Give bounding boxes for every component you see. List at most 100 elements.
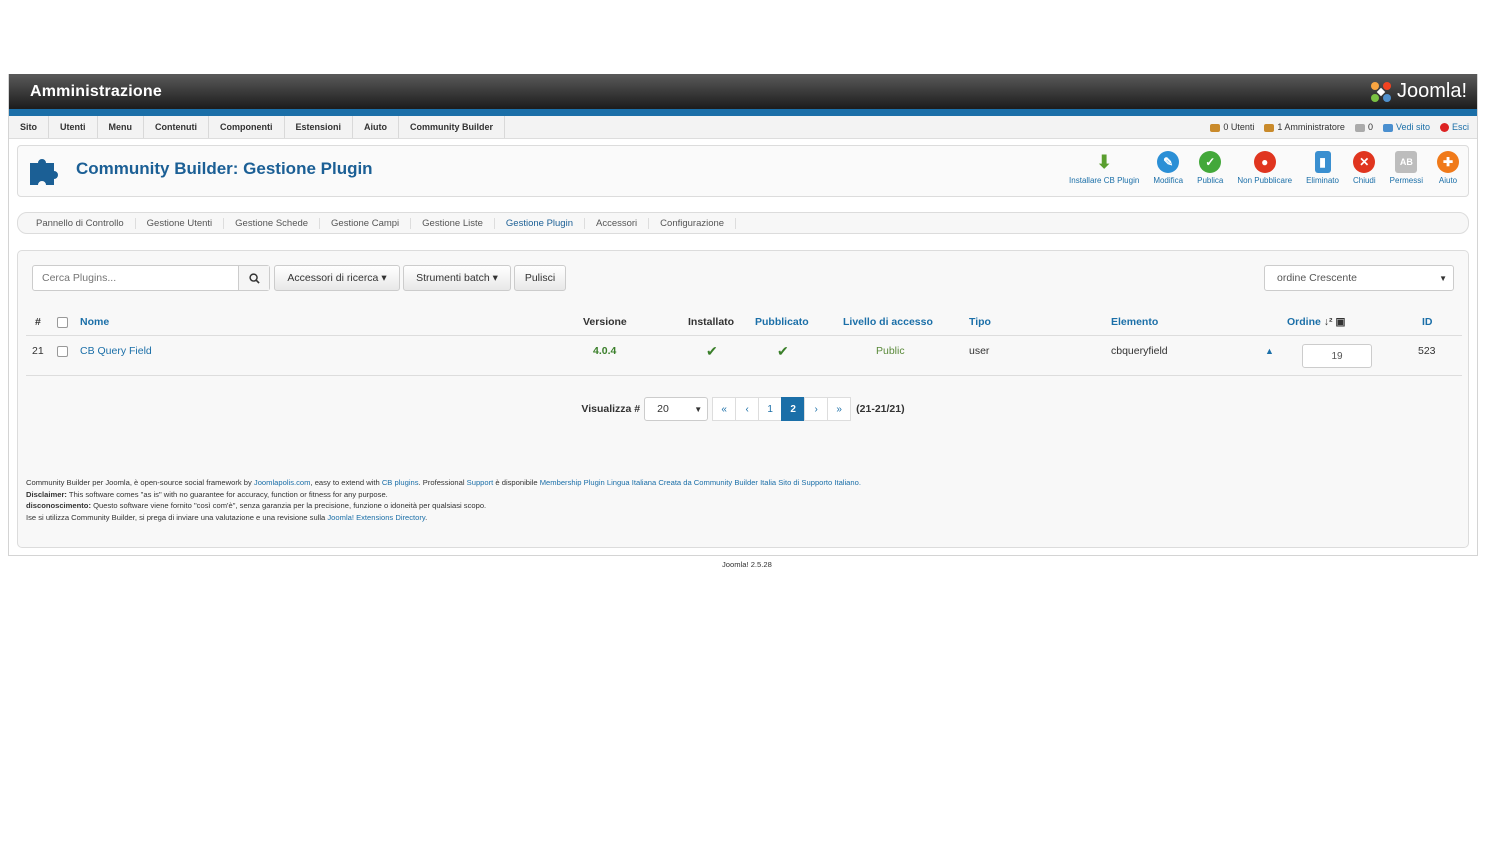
support-link[interactable]: Support bbox=[467, 478, 494, 487]
col-version[interactable]: Versione bbox=[583, 309, 627, 335]
logout-icon bbox=[1439, 123, 1449, 133]
joomlapolis-link[interactable]: Joomlapolis.com bbox=[254, 478, 311, 487]
menu-componenti[interactable]: Componenti bbox=[209, 116, 285, 138]
subnav-users[interactable]: Gestione Utenti bbox=[136, 217, 225, 229]
plugins-table: # Nome Versione Installato Pubblicato Li… bbox=[26, 309, 1462, 376]
permissions-button[interactable]: AB Permessi bbox=[1383, 151, 1430, 185]
messages-icon bbox=[1354, 123, 1365, 132]
pagination: Visualizza # 20 ▼ « ‹ 1 2 › » (21-21/21) bbox=[18, 397, 1468, 421]
col-published[interactable]: Pubblicato bbox=[755, 309, 809, 335]
caret-down-icon: ▾ bbox=[492, 272, 498, 284]
caret-down-icon: ▾ bbox=[381, 272, 387, 284]
check-icon: ✓ bbox=[1199, 151, 1222, 173]
jed-link[interactable]: Joomla! Extensions Directory bbox=[327, 513, 425, 522]
clear-button[interactable]: Pulisci bbox=[514, 265, 566, 291]
pencil-icon: ✎ bbox=[1157, 151, 1180, 173]
search-button[interactable] bbox=[238, 266, 269, 290]
joomla-logo-text: Joomla! bbox=[1396, 80, 1467, 102]
menu-menu[interactable]: Menu bbox=[98, 116, 144, 138]
page-first[interactable]: « bbox=[712, 397, 737, 421]
download-icon: ⬇ bbox=[1096, 151, 1112, 172]
batch-button[interactable]: Strumenti batch ▾ bbox=[403, 265, 511, 291]
menu-contenuti[interactable]: Contenuti bbox=[144, 116, 209, 138]
page-2[interactable]: 2 bbox=[781, 397, 806, 421]
joomla-icon bbox=[1370, 81, 1391, 102]
col-access[interactable]: Livello di accesso bbox=[843, 309, 933, 335]
menu-sito[interactable]: Sito bbox=[9, 116, 49, 138]
subnav-tools[interactable]: Accessori bbox=[585, 217, 650, 229]
save-order-icon[interactable]: ▣ bbox=[1335, 316, 1345, 328]
search-icon bbox=[248, 272, 260, 284]
stop-icon: ● bbox=[1253, 151, 1276, 173]
subnav-dashboard[interactable]: Pannello di Controllo bbox=[25, 217, 136, 229]
subnav-tabs[interactable]: Gestione Schede bbox=[224, 217, 321, 229]
row-checkbox[interactable] bbox=[57, 336, 68, 366]
close-button[interactable]: ✕ Chiudi bbox=[1346, 151, 1383, 185]
installed-check-icon: ✔ bbox=[706, 343, 718, 359]
col-installed[interactable]: Installato bbox=[688, 309, 734, 335]
italian-support-link[interactable]: Membership Plugin Lingua Italiana Creata… bbox=[540, 478, 861, 487]
subnav-lists[interactable]: Gestione Liste bbox=[411, 217, 495, 229]
page-title: Community Builder: Gestione Plugin bbox=[76, 159, 373, 178]
limit-select[interactable]: 20 ▼ bbox=[644, 397, 709, 421]
top-bar: Amministrazione Joomla! bbox=[9, 74, 1477, 109]
toolbar: ⬇ Installare CB Plugin ✎ Modifica ✓ Publ… bbox=[1062, 151, 1466, 185]
page-1[interactable]: 1 bbox=[758, 397, 783, 421]
menu-aiuto[interactable]: Aiuto bbox=[353, 116, 400, 138]
col-order[interactable]: Ordine ↓² ▣ bbox=[1287, 309, 1345, 335]
cb-plugins-link[interactable]: CB plugins bbox=[382, 478, 419, 487]
col-type[interactable]: Tipo bbox=[969, 309, 991, 335]
joomla-logo[interactable]: Joomla! bbox=[1369, 80, 1467, 104]
logout-link[interactable]: Esci bbox=[1439, 122, 1469, 133]
blue-divider bbox=[9, 109, 1477, 116]
install-plugin-button[interactable]: ⬇ Installare CB Plugin bbox=[1062, 151, 1146, 186]
permissions-icon: AB bbox=[1395, 151, 1418, 173]
admin-title: Amministrazione bbox=[30, 82, 162, 100]
col-name[interactable]: Nome bbox=[80, 309, 109, 335]
edit-button[interactable]: ✎ Modifica bbox=[1146, 151, 1190, 185]
col-id[interactable]: ID bbox=[1422, 309, 1433, 335]
publish-button[interactable]: ✓ Publica bbox=[1190, 151, 1230, 185]
search-input[interactable] bbox=[33, 266, 238, 290]
main-menu: Sito Utenti Menu Contenuti Componenti Es… bbox=[9, 116, 1477, 139]
subnav-fields[interactable]: Gestione Campi bbox=[320, 217, 412, 229]
menu-utenti[interactable]: Utenti bbox=[49, 116, 98, 138]
published-check-icon[interactable]: ✔ bbox=[777, 336, 789, 366]
status-messages[interactable]: 0 bbox=[1354, 122, 1373, 132]
dropdown-arrow-icon: ▼ bbox=[694, 404, 703, 414]
col-element[interactable]: Elemento bbox=[1111, 309, 1158, 335]
menu-community-builder[interactable]: Community Builder bbox=[399, 116, 506, 138]
plugin-element: cbqueryfield bbox=[1111, 345, 1168, 357]
users-icon bbox=[1210, 123, 1221, 132]
admin-window: Amministrazione Joomla! Sito Utenti Menu… bbox=[8, 74, 1478, 556]
help-button[interactable]: ✚ Aiuto bbox=[1430, 151, 1466, 185]
ordering-select[interactable]: ordine Crescente ▼ bbox=[1264, 265, 1454, 291]
move-up-icon[interactable]: ▲ bbox=[1265, 336, 1274, 366]
table-row: 21 CB Query Field 4.0.4 ✔ ✔ Public user … bbox=[26, 336, 1462, 376]
status-admins[interactable]: 1 Amministratore bbox=[1264, 122, 1345, 132]
page-next[interactable]: › bbox=[804, 397, 829, 421]
select-all-checkbox[interactable] bbox=[57, 309, 68, 335]
order-input[interactable]: 19 bbox=[1302, 344, 1372, 368]
unpublish-button[interactable]: ● Non Pubblicare bbox=[1230, 151, 1299, 185]
view-site-icon bbox=[1382, 123, 1393, 132]
row-number: 21 bbox=[32, 345, 44, 357]
table-header: # Nome Versione Installato Pubblicato Li… bbox=[26, 309, 1462, 336]
page-prev[interactable]: ‹ bbox=[735, 397, 760, 421]
joomla-version: Joomla! 2.5.28 bbox=[722, 560, 772, 569]
page-last[interactable]: » bbox=[827, 397, 852, 421]
limit-label: Visualizza # bbox=[581, 403, 641, 415]
page-header: Community Builder: Gestione Plugin ⬇ Ins… bbox=[17, 145, 1469, 197]
delete-button[interactable]: ▮ Eliminato bbox=[1299, 151, 1346, 185]
plugin-type: user bbox=[969, 345, 990, 357]
view-site-link[interactable]: Vedi sito bbox=[1382, 122, 1430, 132]
status-users[interactable]: 0 Utenti bbox=[1210, 122, 1254, 132]
menu-estensioni[interactable]: Estensioni bbox=[285, 116, 354, 138]
dropdown-arrow-icon: ▼ bbox=[1439, 273, 1447, 283]
subnav-plugins[interactable]: Gestione Plugin bbox=[495, 217, 585, 229]
subnav-configuration[interactable]: Configurazione bbox=[649, 217, 737, 229]
search-tools-button[interactable]: Accessori di ricerca ▾ bbox=[274, 265, 400, 291]
col-num: # bbox=[35, 316, 41, 328]
plugin-name-link[interactable]: CB Query Field bbox=[80, 336, 152, 366]
help-icon: ✚ bbox=[1437, 151, 1459, 173]
